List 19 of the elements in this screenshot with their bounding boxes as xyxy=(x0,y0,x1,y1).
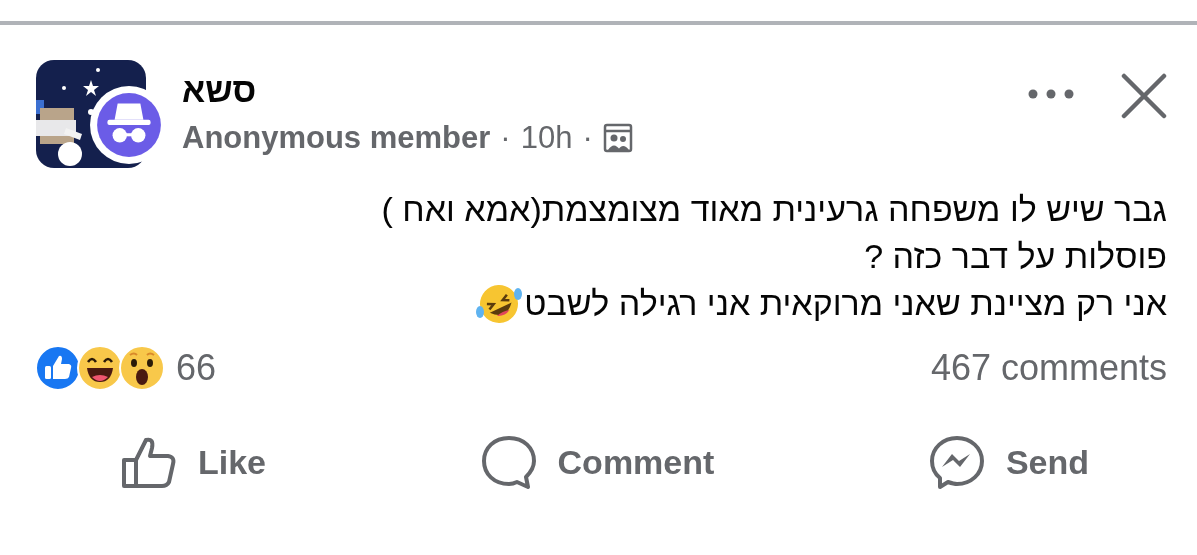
separator-dot: · xyxy=(500,120,511,156)
separator-dot: · xyxy=(582,120,593,156)
comment-button[interactable]: Comment xyxy=(471,430,723,494)
post-time: 10h xyxy=(520,120,573,156)
comment-count[interactable]: 467 comments xyxy=(930,347,1167,389)
like-button[interactable]: Like xyxy=(112,430,275,494)
surprised-reaction-icon xyxy=(118,344,166,392)
byline: Anonymous member xyxy=(182,120,491,156)
group-audience-icon xyxy=(602,123,633,153)
post-text: פוסלות על דבר כזה ? xyxy=(864,236,1167,277)
close-icon[interactable] xyxy=(1121,73,1167,119)
messenger-icon xyxy=(927,434,986,490)
send-button[interactable]: Send xyxy=(919,430,1097,494)
post-text: אני רק מציינת שאני מרוקאית אני רגילה לשבט xyxy=(524,283,1167,324)
author-name[interactable]: סשא xyxy=(182,70,633,110)
more-options-icon[interactable] xyxy=(1026,87,1076,101)
speech-bubble-icon xyxy=(479,434,538,490)
post-text: גבר שיש לו משפחה גרעינית מאוד מצומצמת(אמא ואח ) xyxy=(381,189,1167,230)
reaction-count[interactable]: 66 xyxy=(176,347,217,389)
